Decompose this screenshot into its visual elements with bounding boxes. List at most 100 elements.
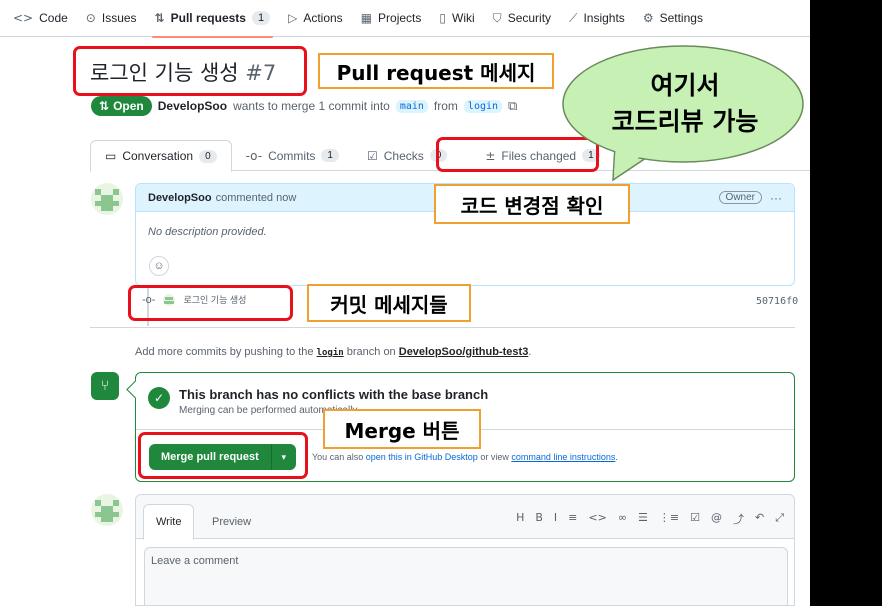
smiley-icon[interactable]: ☺ [149,256,169,276]
counter-badge: 0 [199,149,217,163]
conversation-icon: ▭ [105,149,117,163]
base-branch[interactable]: main [395,99,428,113]
unordered-list-icon[interactable]: ☰ [638,511,648,527]
commit-sha[interactable]: 50716f0 [756,296,798,307]
tab-pull-requests[interactable]: ⇅ Pull requests 1 [146,0,280,38]
alt-prefix: You can also [312,452,364,462]
editor-tabs: Write Preview H B I ≡ <> ∞ ☰ ⋮≡ ☑ @ ⤴ ↶ ⤢ [136,495,794,540]
pr-author[interactable]: DevelopSoo [158,99,227,113]
annotation-merge-button: Merge 버튼 [323,409,481,449]
nav-label: Insights [583,11,625,25]
repo-link[interactable]: DevelopSoo/github-test3 [399,346,529,358]
repo-nav: <> Code ⊙ Issues ⇅ Pull requests 1 ▷ Actions ▦ Pro… [0,0,810,38]
task-list-icon[interactable]: ☑ [690,511,700,527]
tab-code[interactable]: <> Code [4,0,77,37]
link-icon[interactable]: ∞ [618,511,627,527]
heading-icon[interactable]: H [516,511,524,527]
tab-preview[interactable]: Preview [200,504,263,540]
commits-icon: -o- [245,148,263,163]
actions-icon: ▷ [288,11,298,25]
black-margin [810,0,882,606]
annotation-code-changes: 코드 변경점 확인 [434,184,630,224]
merge-text: wants to merge 1 commit into [233,99,390,113]
new-comment-box: Write Preview H B I ≡ <> ∞ ☰ ⋮≡ ☑ @ ⤴ ↶ ⤢ Leave a co… [135,494,795,606]
wiki-icon: ▯ [439,11,446,25]
bubble-line-2: 코드리뷰 가능 [611,107,759,136]
owner-badge: Owner [718,191,762,204]
counter-badge: 1 [321,149,339,162]
nav-label: Wiki [452,11,475,25]
fullscreen-icon[interactable]: ⤢ [775,511,784,527]
tab-write[interactable]: Write [143,504,195,540]
italic-icon[interactable]: I [554,511,557,527]
annotation-commit-messages: 커밋 메세지들 [307,284,471,322]
code-icon: <> [13,11,34,25]
push-hint: Add more commits by pushing to the login… [135,346,531,358]
checks-icon: ☑ [366,148,378,163]
copy-icon[interactable]: ⧉ [508,98,517,114]
from-text: from [433,99,458,113]
settings-icon: ⚙ [642,11,654,25]
nav-label: Security [507,11,552,25]
mention-icon[interactable]: @ [711,511,722,527]
security-icon: ⛉ [492,10,502,25]
comment-author[interactable]: DevelopSoo [148,192,212,204]
nav-label: Actions [303,11,343,25]
nav-label: Pull requests [170,11,246,25]
nav-label: Settings [659,11,703,25]
tab-actions[interactable]: ▷ Actions [279,0,352,37]
tab-security[interactable]: ⛉ Security [484,0,560,37]
projects-icon: ▦ [360,11,373,25]
tab-wiki[interactable]: ▯ Wiki [430,0,483,37]
ordered-list-icon[interactable]: ⋮≡ [659,511,679,527]
comment-textarea[interactable]: Leave a comment [144,547,788,605]
annotation-red-box-title [73,46,307,96]
nav-label: Issues [101,11,137,25]
hint-prefix: Add more commits by pushing to the [135,346,314,358]
kebab-menu-icon[interactable]: ··· [770,191,782,205]
tab-label: Checks [383,148,424,163]
bold-icon[interactable]: B [535,511,543,527]
insights-icon: ⟋ [569,10,578,25]
code-icon[interactable]: <> [588,511,606,527]
nav-label: Projects [378,11,422,25]
tab-label: Commits [268,148,316,163]
divider [90,327,795,328]
annotation-red-box-merge [138,432,308,479]
pull-request-icon: ⇅ [99,99,110,113]
git-merge-icon: ⑂ [91,372,119,400]
merge-alternatives: You can also open this in GitHub Desktop… [312,452,618,462]
annotation-pr-message: Pull request 메세지 [318,53,554,89]
quote-icon[interactable]: ≡ [568,511,577,527]
hint-branch[interactable]: login [317,348,344,358]
tab-conversation[interactable]: ▭ Conversation 0 [90,140,232,172]
hint-suffix: . [528,346,532,358]
undo-icon[interactable]: ↶ [755,511,764,527]
tab-insights[interactable]: ⟋ Insights [560,0,634,37]
cli-instructions-link[interactable]: command line instructions [511,452,615,462]
hint-middle: branch on [346,346,396,358]
counter-badge: 1 [251,11,271,25]
tab-issues[interactable]: ⊙ Issues [77,0,146,37]
tab-projects[interactable]: ▦ Projects [352,0,431,37]
nav-label: Code [39,11,68,25]
merge-status-title: This branch has no conflicts with the ba… [179,387,489,402]
avatar[interactable] [91,183,123,215]
avatar[interactable] [91,494,123,526]
open-desktop-link[interactable]: open this in GitHub Desktop [366,452,478,462]
status-badge: ⇅ Open [91,96,152,116]
head-branch[interactable]: login [463,99,503,113]
reference-icon[interactable]: ⤴ [733,511,744,527]
markdown-toolbar: H B I ≡ <> ∞ ☰ ⋮≡ ☑ @ ⤴ ↶ ⤢ [516,511,784,527]
pr-state-line: ⇅ Open DevelopSoo wants to merge 1 commi… [91,96,517,116]
alt-suffix: . [615,452,618,462]
status-badge-label: Open [113,99,144,113]
bubble-line-1: 여기서 [650,71,720,100]
speech-bubble-text: 여기서 코드리뷰 가능 [565,68,805,140]
pull-requests-icon: ⇅ [154,11,165,25]
check-icon: ✓ [148,387,170,409]
tab-settings[interactable]: ⚙ Settings [634,0,712,37]
issues-icon: ⊙ [85,11,96,25]
tab-commits[interactable]: -o- Commits 1 [232,140,353,171]
alt-middle: or view [480,452,509,462]
